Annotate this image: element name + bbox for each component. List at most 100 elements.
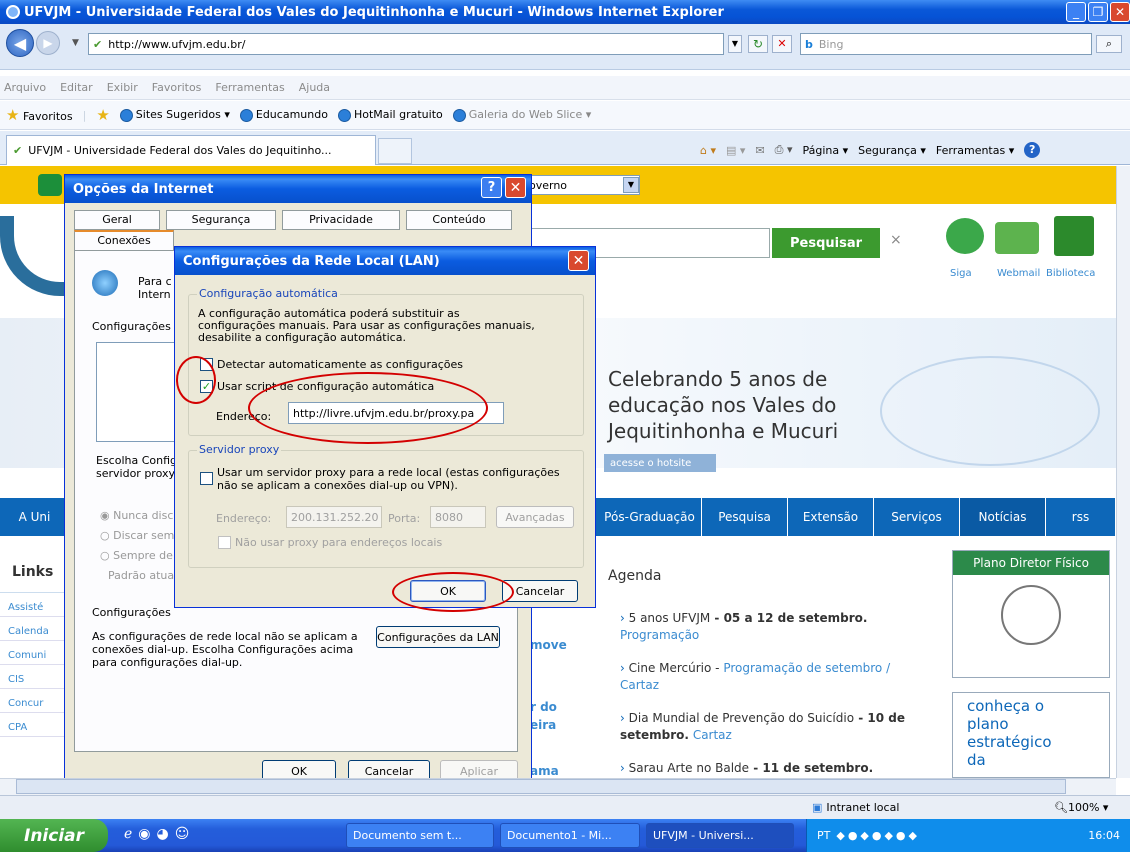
biblioteca-link[interactable]: Biblioteca [1046, 268, 1095, 279]
mail-icon[interactable]: ✉ [755, 144, 764, 157]
favorites-button[interactable]: ★ Favoritos [6, 106, 73, 124]
tab-geral[interactable]: Geral [74, 210, 160, 230]
language-indicator[interactable]: PT [817, 829, 830, 842]
bypass-checkbox[interactable] [218, 536, 231, 549]
minimize-button[interactable]: _ [1066, 2, 1086, 22]
tab-conexoes[interactable]: Conexões [74, 230, 174, 250]
menu-exibir[interactable]: Exibir [107, 81, 138, 94]
fav-sites-sugeridos[interactable]: Sites Sugeridos ▾ [119, 108, 230, 122]
gov-select[interactable]: overno ▼ [524, 175, 640, 195]
detect-checkbox-row[interactable]: Detectar automaticamente as configuraçõe… [200, 358, 463, 371]
menu-ferramentas-cmd[interactable]: Ferramentas ▾ [936, 144, 1014, 157]
menu-editar[interactable]: Editar [60, 81, 93, 94]
horizontal-scrollbar[interactable] [0, 778, 1116, 795]
refresh-icon[interactable]: ↻ [748, 35, 768, 53]
start-button[interactable]: Iniciar [0, 819, 108, 852]
siga-link[interactable]: Siga [950, 268, 972, 279]
back-button[interactable]: ◀ [6, 29, 34, 57]
menu-seguranca[interactable]: Segurança ▾ [858, 144, 926, 157]
ie-quicklaunch-icon[interactable]: ℯ [124, 826, 132, 842]
people-icon[interactable]: ☺ [175, 826, 190, 842]
news-fragment[interactable]: move [530, 638, 567, 652]
menu-ferramentas[interactable]: Ferramentas [215, 81, 284, 94]
tab-privacidade[interactable]: Privacidade [282, 210, 400, 230]
agenda-item[interactable]: › Dia Mundial de Prevenção do Suicídio -… [620, 710, 920, 744]
dialup-list[interactable] [96, 342, 180, 442]
help-icon[interactable]: ? [1024, 142, 1041, 158]
maximize-button[interactable]: ❐ [1088, 2, 1108, 22]
agenda-item[interactable]: › Cine Mercúrio - Programação de setembr… [620, 660, 920, 694]
clear-search-icon[interactable]: × [890, 232, 902, 248]
nav-a-universidade[interactable]: A Uni [0, 498, 70, 536]
plano-diretor-box[interactable]: Plano Diretor Físico [952, 550, 1110, 678]
proxy-address-input[interactable]: 200.131.252.20 [286, 506, 382, 528]
nav-rss[interactable]: rss [1046, 498, 1116, 536]
nav-servicos[interactable]: Serviços [874, 498, 960, 536]
history-dropdown-icon[interactable]: ▼ [72, 38, 79, 48]
new-tab-button[interactable] [378, 138, 412, 164]
agenda-item[interactable]: › 5 anos UFVJM - 05 a 12 de setembro. Pro… [620, 610, 920, 644]
radio-always[interactable]: ○ Sempre de [100, 546, 174, 566]
nav-extensao[interactable]: Extensão [788, 498, 874, 536]
zone-indicator[interactable]: ▣ Intranet local [812, 801, 899, 814]
tray-icons[interactable]: ◆●◆●◆●◆ [836, 829, 920, 842]
proxy-checkbox-row[interactable]: Usar um servidor proxy para a rede local… [200, 466, 580, 492]
nav-noticias[interactable]: Notícias [960, 498, 1046, 536]
forward-button[interactable]: ▶ [36, 31, 60, 55]
search-icon[interactable]: ⌕ [1096, 35, 1122, 53]
proxy-advanced-button[interactable]: Avançadas [496, 506, 574, 528]
lan-settings-button[interactable]: Configurações da LAN [376, 626, 500, 648]
close-window-button[interactable]: ✕ [1110, 2, 1130, 22]
address-dropdown-icon[interactable]: ▼ [728, 35, 742, 53]
news-fragment[interactable]: r do [530, 700, 557, 714]
fav-educamundo[interactable]: Educamundo [239, 108, 328, 122]
pesquisar-button[interactable]: Pesquisar [772, 228, 880, 258]
taskbar-btn-ufvjm[interactable]: UFVJM - Universi... [646, 823, 794, 848]
media-icon[interactable]: ◕ [157, 826, 169, 842]
webmail-icon[interactable] [995, 222, 1039, 254]
nav-pos-graduacao[interactable]: Pós-Graduação [598, 498, 702, 536]
news-fragment[interactable]: ama [530, 764, 559, 778]
hotsite-button[interactable]: acesse o hotsite [604, 454, 716, 472]
conheca-box[interactable]: conheça o plano estratégico da [952, 692, 1110, 778]
link-item[interactable]: Comuni [0, 641, 70, 665]
feeds-icon[interactable]: ▤ ▾ [726, 144, 745, 157]
fav-galeria[interactable]: Galeria do Web Slice ▾ [452, 108, 591, 122]
link-item[interactable]: Assisté [0, 593, 70, 617]
link-item[interactable]: Concur [0, 689, 70, 713]
tab-ufvjm[interactable]: ✔ UFVJM - Universidade Federal dos Vales… [6, 135, 376, 165]
search-input[interactable]: b Bing [800, 33, 1092, 55]
help-button[interactable]: ? [481, 177, 502, 198]
proxy-port-input[interactable]: 8080 [430, 506, 486, 528]
close-dialog-button[interactable]: ✕ [505, 177, 526, 198]
siga-icon[interactable] [946, 218, 984, 254]
vertical-scrollbar[interactable] [1116, 166, 1130, 778]
nav-pesquisa[interactable]: Pesquisa [702, 498, 788, 536]
zoom-level[interactable]: 🔍︎100% ▾ [1054, 801, 1108, 814]
lan-close-button[interactable]: ✕ [568, 250, 589, 271]
biblioteca-icon[interactable] [1054, 216, 1094, 256]
firefox-icon[interactable]: ◉ [138, 826, 150, 842]
home-icon[interactable]: ⌂ ▾ [700, 144, 716, 157]
radio-dial-no-net[interactable]: ○ Discar sem [100, 526, 174, 546]
add-favorite-icon[interactable]: ★ [96, 106, 109, 124]
scroll-thumb[interactable] [16, 779, 1066, 794]
taskbar-btn-documento1[interactable]: Documento1 - Mi... [500, 823, 640, 848]
use-proxy-checkbox[interactable] [200, 472, 213, 485]
bypass-checkbox-row[interactable]: Não usar proxy para endereços locais [218, 536, 442, 549]
tab-conteudo[interactable]: Conteúdo [406, 210, 512, 230]
link-item[interactable]: CPA [0, 713, 70, 737]
menu-favoritos[interactable]: Favoritos [152, 81, 202, 94]
news-fragment[interactable]: eira [530, 718, 556, 732]
agenda-item[interactable]: › Sarau Arte no Balde - 11 de setembro. [620, 760, 920, 777]
radio-never[interactable]: ◉ Nunca disc [100, 506, 174, 526]
link-item[interactable]: Calenda [0, 617, 70, 641]
fav-hotmail[interactable]: HotMail gratuito [337, 108, 443, 122]
stop-icon[interactable]: ✕ [772, 35, 792, 53]
menu-arquivo[interactable]: Arquivo [4, 81, 46, 94]
print-icon[interactable]: ⎙ ▾ [775, 143, 793, 157]
address-input[interactable]: ✔ http://www.ufvjm.edu.br/ [88, 33, 724, 55]
tab-seguranca[interactable]: Segurança [166, 210, 276, 230]
menu-ajuda[interactable]: Ajuda [299, 81, 330, 94]
taskbar-btn-documento-sem[interactable]: Documento sem t... [346, 823, 494, 848]
